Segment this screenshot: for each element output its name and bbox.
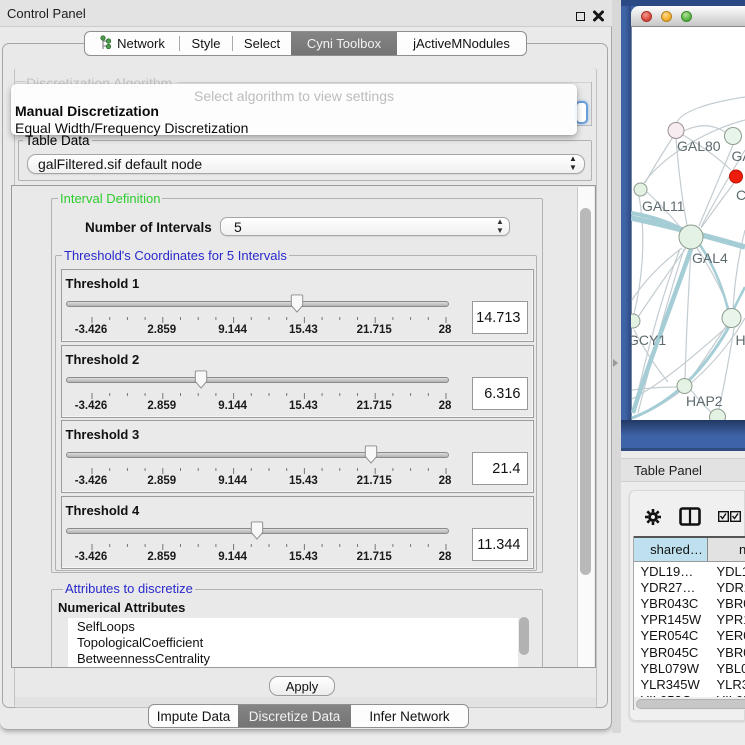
svg-text:C: C (736, 187, 745, 203)
svg-text:GA: GA (732, 148, 745, 164)
svg-text:HAP2: HAP2 (686, 393, 723, 409)
svg-text:GCY1: GCY1 (631, 332, 666, 348)
svg-text:H: H (736, 332, 745, 348)
svg-text:GAL4: GAL4 (692, 250, 728, 266)
svg-text:GAL80: GAL80 (677, 138, 721, 154)
svg-text:GAL11: GAL11 (642, 198, 685, 214)
